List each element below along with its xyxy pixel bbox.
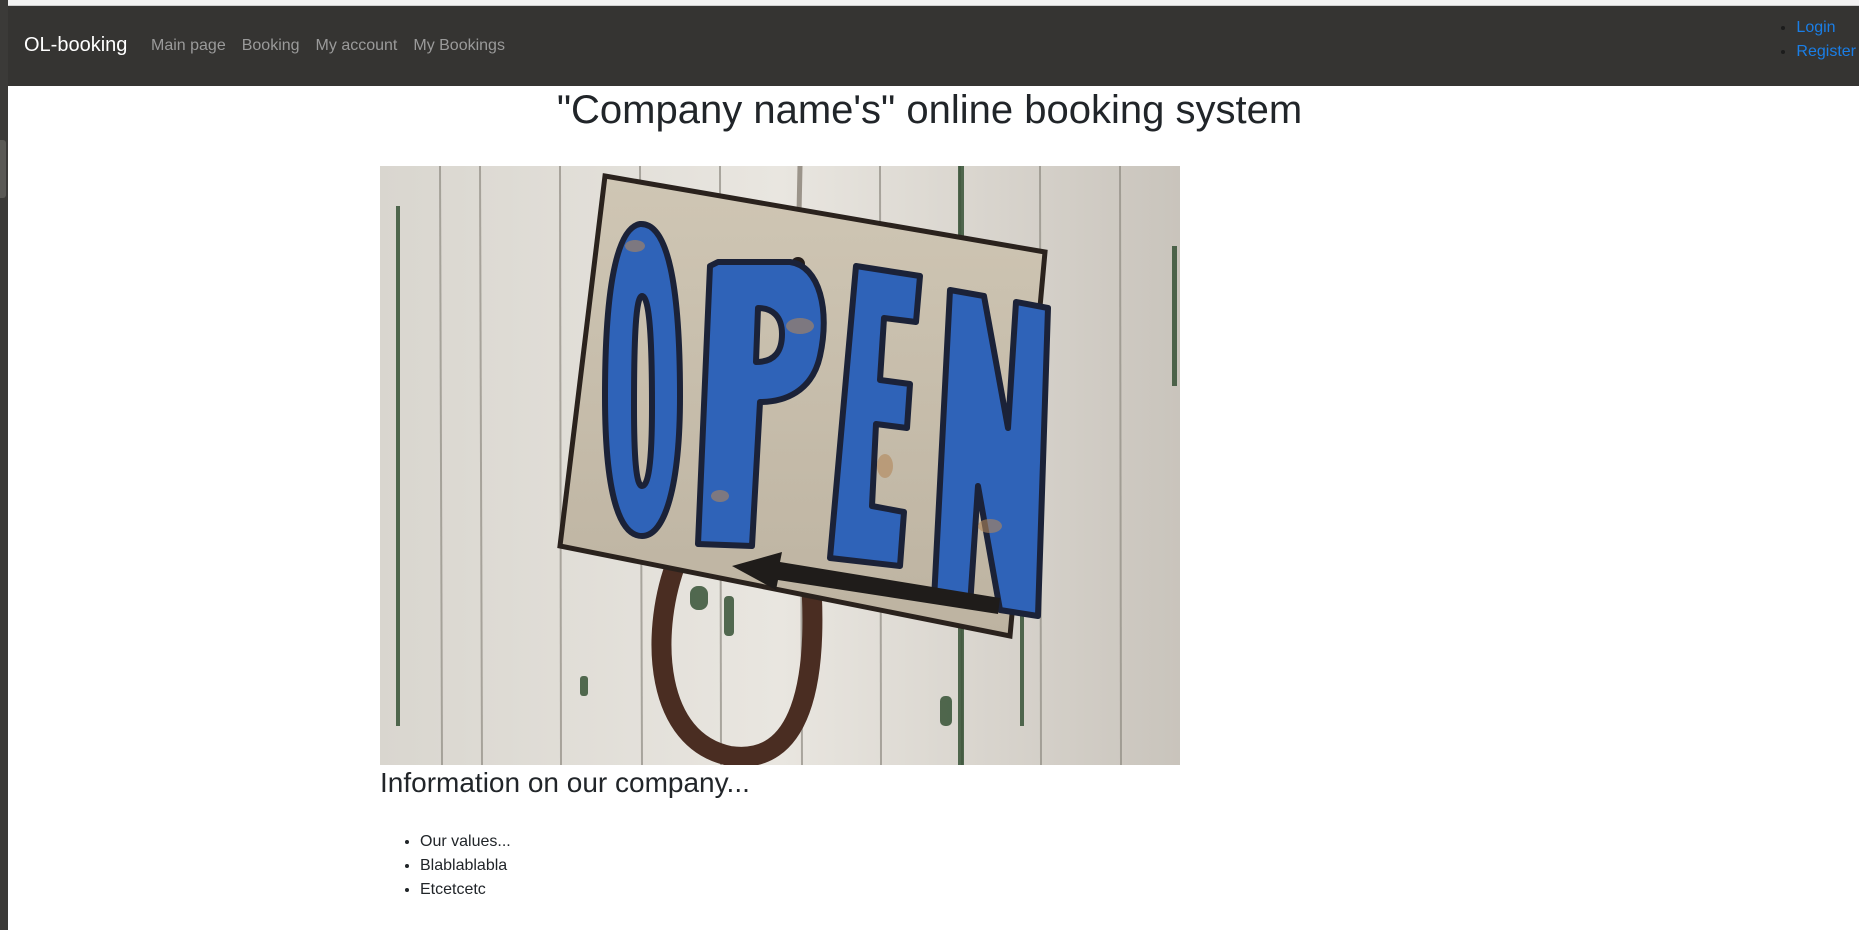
register-link[interactable]: Register <box>1796 43 1856 60</box>
login-link[interactable]: Login <box>1796 19 1835 36</box>
nav-link-main-page[interactable]: Main page <box>151 36 226 56</box>
brand-link[interactable]: OL-booking <box>24 33 127 57</box>
auth-links: Login Register <box>1776 16 1856 64</box>
list-item: Etcetcetc <box>420 878 511 902</box>
nav-link-booking[interactable]: Booking <box>242 36 300 56</box>
open-sign-image <box>380 166 1180 765</box>
info-list: Our values... Blablablabla Etcetcetc <box>380 830 511 902</box>
page-title: "Company name's" online booking system <box>556 88 1303 132</box>
info-heading: Information on our company... <box>380 767 750 798</box>
side-scroll-handle[interactable] <box>0 140 6 198</box>
nav-links: Main page Booking My account My Bookings <box>151 36 521 56</box>
top-navbar: OL-booking Main page Booking My account … <box>8 6 1859 86</box>
nav-link-my-bookings[interactable]: My Bookings <box>413 36 505 56</box>
browser-viewport: OL-booking Main page Booking My account … <box>0 0 1859 930</box>
list-item: Our values... <box>420 830 511 854</box>
nav-link-my-account[interactable]: My account <box>316 36 398 56</box>
list-item: Blablablabla <box>420 854 511 878</box>
auth-item-register: Register <box>1796 40 1856 64</box>
auth-item-login: Login <box>1796 16 1856 40</box>
window-left-edge <box>0 0 8 930</box>
